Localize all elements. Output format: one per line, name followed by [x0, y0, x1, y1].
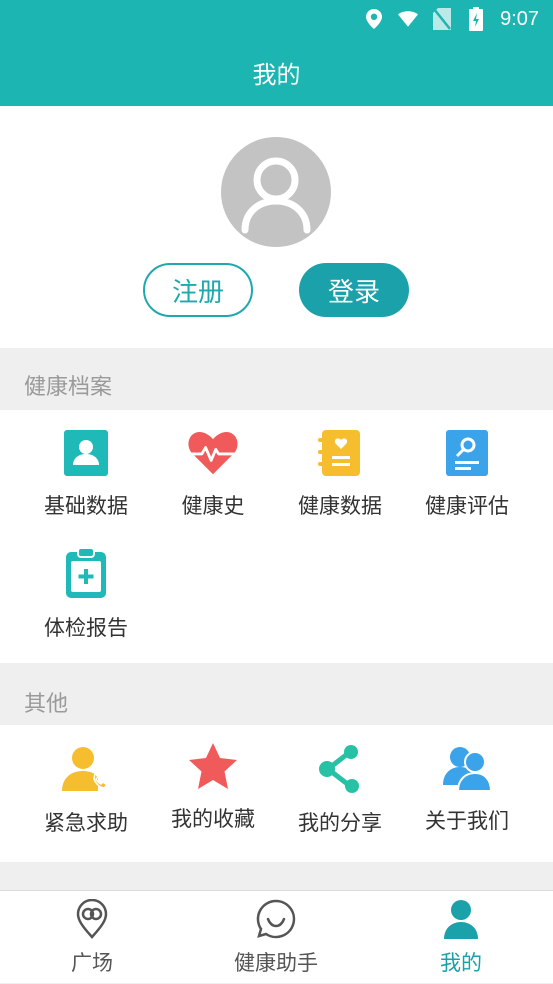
people-icon	[442, 745, 492, 791]
clipboard-plus-icon	[61, 548, 111, 598]
grid-item-health-history[interactable]: 健康史	[149, 410, 277, 520]
tab-label: 健康助手	[234, 951, 318, 975]
no-sim-icon	[432, 8, 452, 30]
grid-item-label: 我的收藏	[171, 807, 255, 831]
emergency-call-icon	[61, 745, 111, 793]
grid-item-label: 健康史	[181, 494, 245, 518]
bottom-nav: 广场 健康助手 我的	[0, 890, 553, 983]
grid-item-emergency[interactable]: 紧急求助	[22, 725, 150, 835]
location-icon	[364, 9, 384, 29]
grid-item-about-us[interactable]: 关于我们	[403, 725, 531, 835]
section-title-health-records: 健康档案	[0, 355, 553, 415]
notebook-heart-icon	[315, 430, 365, 476]
tab-plaza[interactable]: 广场	[0, 891, 184, 984]
heartbeat-icon	[188, 430, 238, 476]
battery-icon	[466, 7, 486, 31]
status-bar: 9:07	[0, 0, 553, 38]
grid-item-label: 体检报告	[44, 616, 128, 640]
tab-mine[interactable]: 我的	[369, 891, 553, 984]
profile-card-icon	[61, 430, 111, 476]
page-title: 我的	[0, 38, 553, 106]
avatar[interactable]	[221, 137, 331, 247]
tab-health-assistant[interactable]: 健康助手	[184, 891, 368, 984]
grid-item-my-share[interactable]: 我的分享	[276, 725, 404, 835]
star-icon	[188, 743, 238, 789]
grid-item-health-assessment[interactable]: 健康评估	[403, 410, 531, 520]
grid-item-label: 紧急求助	[44, 811, 128, 835]
wifi-icon	[398, 9, 419, 29]
plaza-pin-icon	[72, 899, 112, 939]
others-grid: 紧急求助 我的收藏 我的分享 关于我们	[0, 725, 553, 862]
grid-item-favorites[interactable]: 我的收藏	[149, 723, 277, 833]
health-records-grid: 基础数据 健康史 健康数据 健康评估 体检报告	[0, 410, 553, 663]
profile-panel: 注册 登录	[0, 106, 553, 348]
chat-bubble-icon	[256, 899, 296, 939]
grid-item-label: 健康数据	[298, 494, 382, 518]
default-user-icon	[241, 157, 311, 234]
grid-item-basic-data[interactable]: 基础数据	[22, 410, 150, 520]
login-button[interactable]: 登录	[299, 263, 409, 317]
grid-item-checkup-report[interactable]: 体检报告	[22, 528, 150, 640]
user-icon	[441, 899, 481, 939]
grid-item-label: 我的分享	[298, 811, 382, 835]
tab-label: 广场	[71, 951, 113, 975]
tab-label: 我的	[440, 951, 482, 975]
clock: 9:07	[500, 7, 539, 30]
grid-item-health-data[interactable]: 健康数据	[276, 410, 404, 520]
grid-item-label: 关于我们	[425, 809, 509, 833]
grid-item-label: 健康评估	[425, 494, 509, 518]
register-button[interactable]: 注册	[143, 263, 253, 317]
grid-item-label: 基础数据	[44, 494, 128, 518]
share-icon	[315, 745, 365, 793]
assessment-doc-icon	[442, 430, 492, 476]
